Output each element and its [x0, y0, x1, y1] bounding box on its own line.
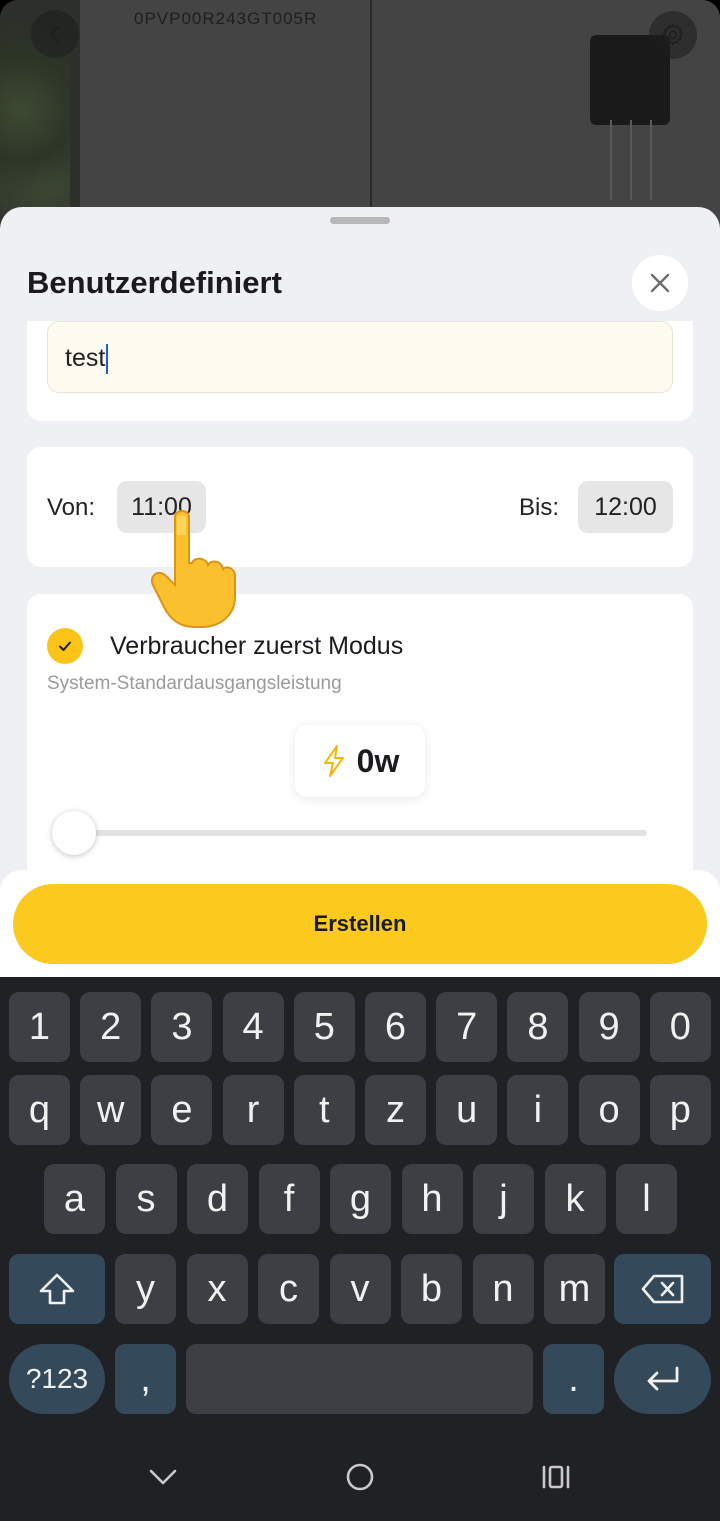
- letter-key-q[interactable]: q: [9, 1075, 70, 1145]
- to-label: Bis:: [519, 494, 560, 521]
- lightning-icon: [323, 745, 344, 777]
- gear-icon: [662, 23, 684, 46]
- device-serial: 0PVP00R243GT005R: [134, 9, 318, 28]
- shift-key[interactable]: [9, 1254, 105, 1324]
- period-key[interactable]: .: [543, 1344, 604, 1414]
- pointing-hand-icon: [151, 510, 237, 628]
- power-slider-track[interactable]: [73, 830, 647, 836]
- letter-key-y[interactable]: y: [115, 1254, 176, 1324]
- number-key-3[interactable]: 3: [151, 992, 213, 1062]
- check-icon: [59, 641, 71, 651]
- name-card: test: [27, 321, 693, 421]
- letter-key-j[interactable]: j: [473, 1164, 534, 1234]
- letter-key-m[interactable]: m: [544, 1254, 605, 1324]
- symbols-key[interactable]: ?123: [9, 1344, 105, 1414]
- number-key-8[interactable]: 8: [507, 992, 569, 1062]
- power-value: 0w: [356, 742, 400, 779]
- number-key-5[interactable]: 5: [293, 992, 355, 1062]
- nav-back-icon: [149, 1469, 177, 1485]
- sheet-title: Benutzerdefiniert: [27, 265, 282, 300]
- number-key-4[interactable]: 4: [222, 992, 284, 1062]
- backspace-key[interactable]: [614, 1254, 711, 1324]
- letter-key-t[interactable]: t: [293, 1075, 355, 1145]
- letter-key-h[interactable]: h: [401, 1164, 463, 1234]
- number-key-1[interactable]: 1: [9, 992, 70, 1062]
- letter-key-f[interactable]: f: [258, 1164, 320, 1234]
- letter-key-b[interactable]: b: [401, 1254, 462, 1324]
- from-label: Von:: [47, 494, 96, 521]
- schedule-name-input[interactable]: test: [47, 321, 673, 393]
- back-icon: [49, 25, 60, 43]
- letter-key-n[interactable]: n: [472, 1254, 534, 1324]
- letter-key-s[interactable]: s: [115, 1164, 177, 1234]
- letter-key-o[interactable]: o: [578, 1075, 640, 1145]
- create-button[interactable]: Erstellen: [13, 884, 707, 964]
- power-readout: 0w: [295, 725, 425, 797]
- back-button[interactable]: [31, 10, 79, 58]
- nav-home-button[interactable]: [335, 1452, 385, 1502]
- number-key-6[interactable]: 6: [365, 992, 426, 1062]
- letter-key-k[interactable]: k: [544, 1164, 606, 1234]
- nav-back-button[interactable]: [138, 1452, 188, 1502]
- mode-title: Verbraucher zuerst Modus: [110, 632, 404, 660]
- time-card: Von: 11:00 Bis: 12:00: [27, 447, 693, 567]
- mode-card: Verbraucher zuerst Modus System-Standard…: [27, 594, 693, 884]
- letter-key-u[interactable]: u: [436, 1075, 498, 1145]
- letter-key-c[interactable]: c: [258, 1254, 319, 1324]
- number-key-2[interactable]: 2: [80, 992, 142, 1062]
- letter-key-x[interactable]: x: [186, 1254, 248, 1324]
- mode-checkbox[interactable]: [47, 628, 83, 664]
- letter-key-d[interactable]: d: [187, 1164, 248, 1234]
- schedule-name-value: test: [65, 344, 106, 372]
- letter-key-l[interactable]: l: [616, 1164, 677, 1234]
- enter-icon: [647, 1366, 678, 1391]
- onscreen-keyboard: 1234567890 qwertzuiop asdfghjkl yxcvbnm …: [0, 977, 720, 1521]
- close-icon: [650, 273, 670, 293]
- power-slider-thumb[interactable]: [52, 811, 96, 855]
- letter-key-v[interactable]: v: [329, 1254, 391, 1324]
- comma-key[interactable]: ,: [115, 1344, 176, 1414]
- enter-key[interactable]: [614, 1344, 711, 1414]
- letter-key-e[interactable]: e: [151, 1075, 213, 1145]
- system-navigation-bar: [0, 1432, 720, 1521]
- nav-recents-icon: [542, 1465, 570, 1489]
- letter-key-g[interactable]: g: [330, 1164, 391, 1234]
- nav-home-icon: [346, 1463, 374, 1491]
- letter-key-p[interactable]: p: [649, 1075, 711, 1145]
- wall-cable: [370, 0, 372, 215]
- to-time-picker[interactable]: 12:00: [578, 481, 673, 533]
- text-caret: [106, 344, 109, 375]
- number-key-0[interactable]: 0: [649, 992, 711, 1062]
- settings-button[interactable]: [649, 11, 697, 59]
- mode-subtitle: System-Standardausgangsleistung: [47, 673, 342, 694]
- letter-key-i[interactable]: i: [507, 1075, 569, 1145]
- space-key[interactable]: [186, 1344, 533, 1414]
- backspace-icon: [641, 1274, 683, 1304]
- sheet-drag-handle[interactable]: [330, 217, 390, 224]
- nav-recents-button[interactable]: [531, 1452, 581, 1502]
- letter-key-r[interactable]: r: [222, 1075, 284, 1145]
- letter-key-z[interactable]: z: [365, 1075, 426, 1145]
- device-photo-background: 0PVP00R243GT005R: [0, 0, 720, 240]
- footer-bar: Erstellen: [0, 870, 720, 980]
- number-key-7[interactable]: 7: [436, 992, 498, 1062]
- number-key-9[interactable]: 9: [578, 992, 640, 1062]
- close-button[interactable]: [632, 255, 688, 311]
- letter-key-w[interactable]: w: [80, 1075, 142, 1145]
- shift-icon: [39, 1273, 75, 1305]
- letter-key-a[interactable]: a: [44, 1164, 105, 1234]
